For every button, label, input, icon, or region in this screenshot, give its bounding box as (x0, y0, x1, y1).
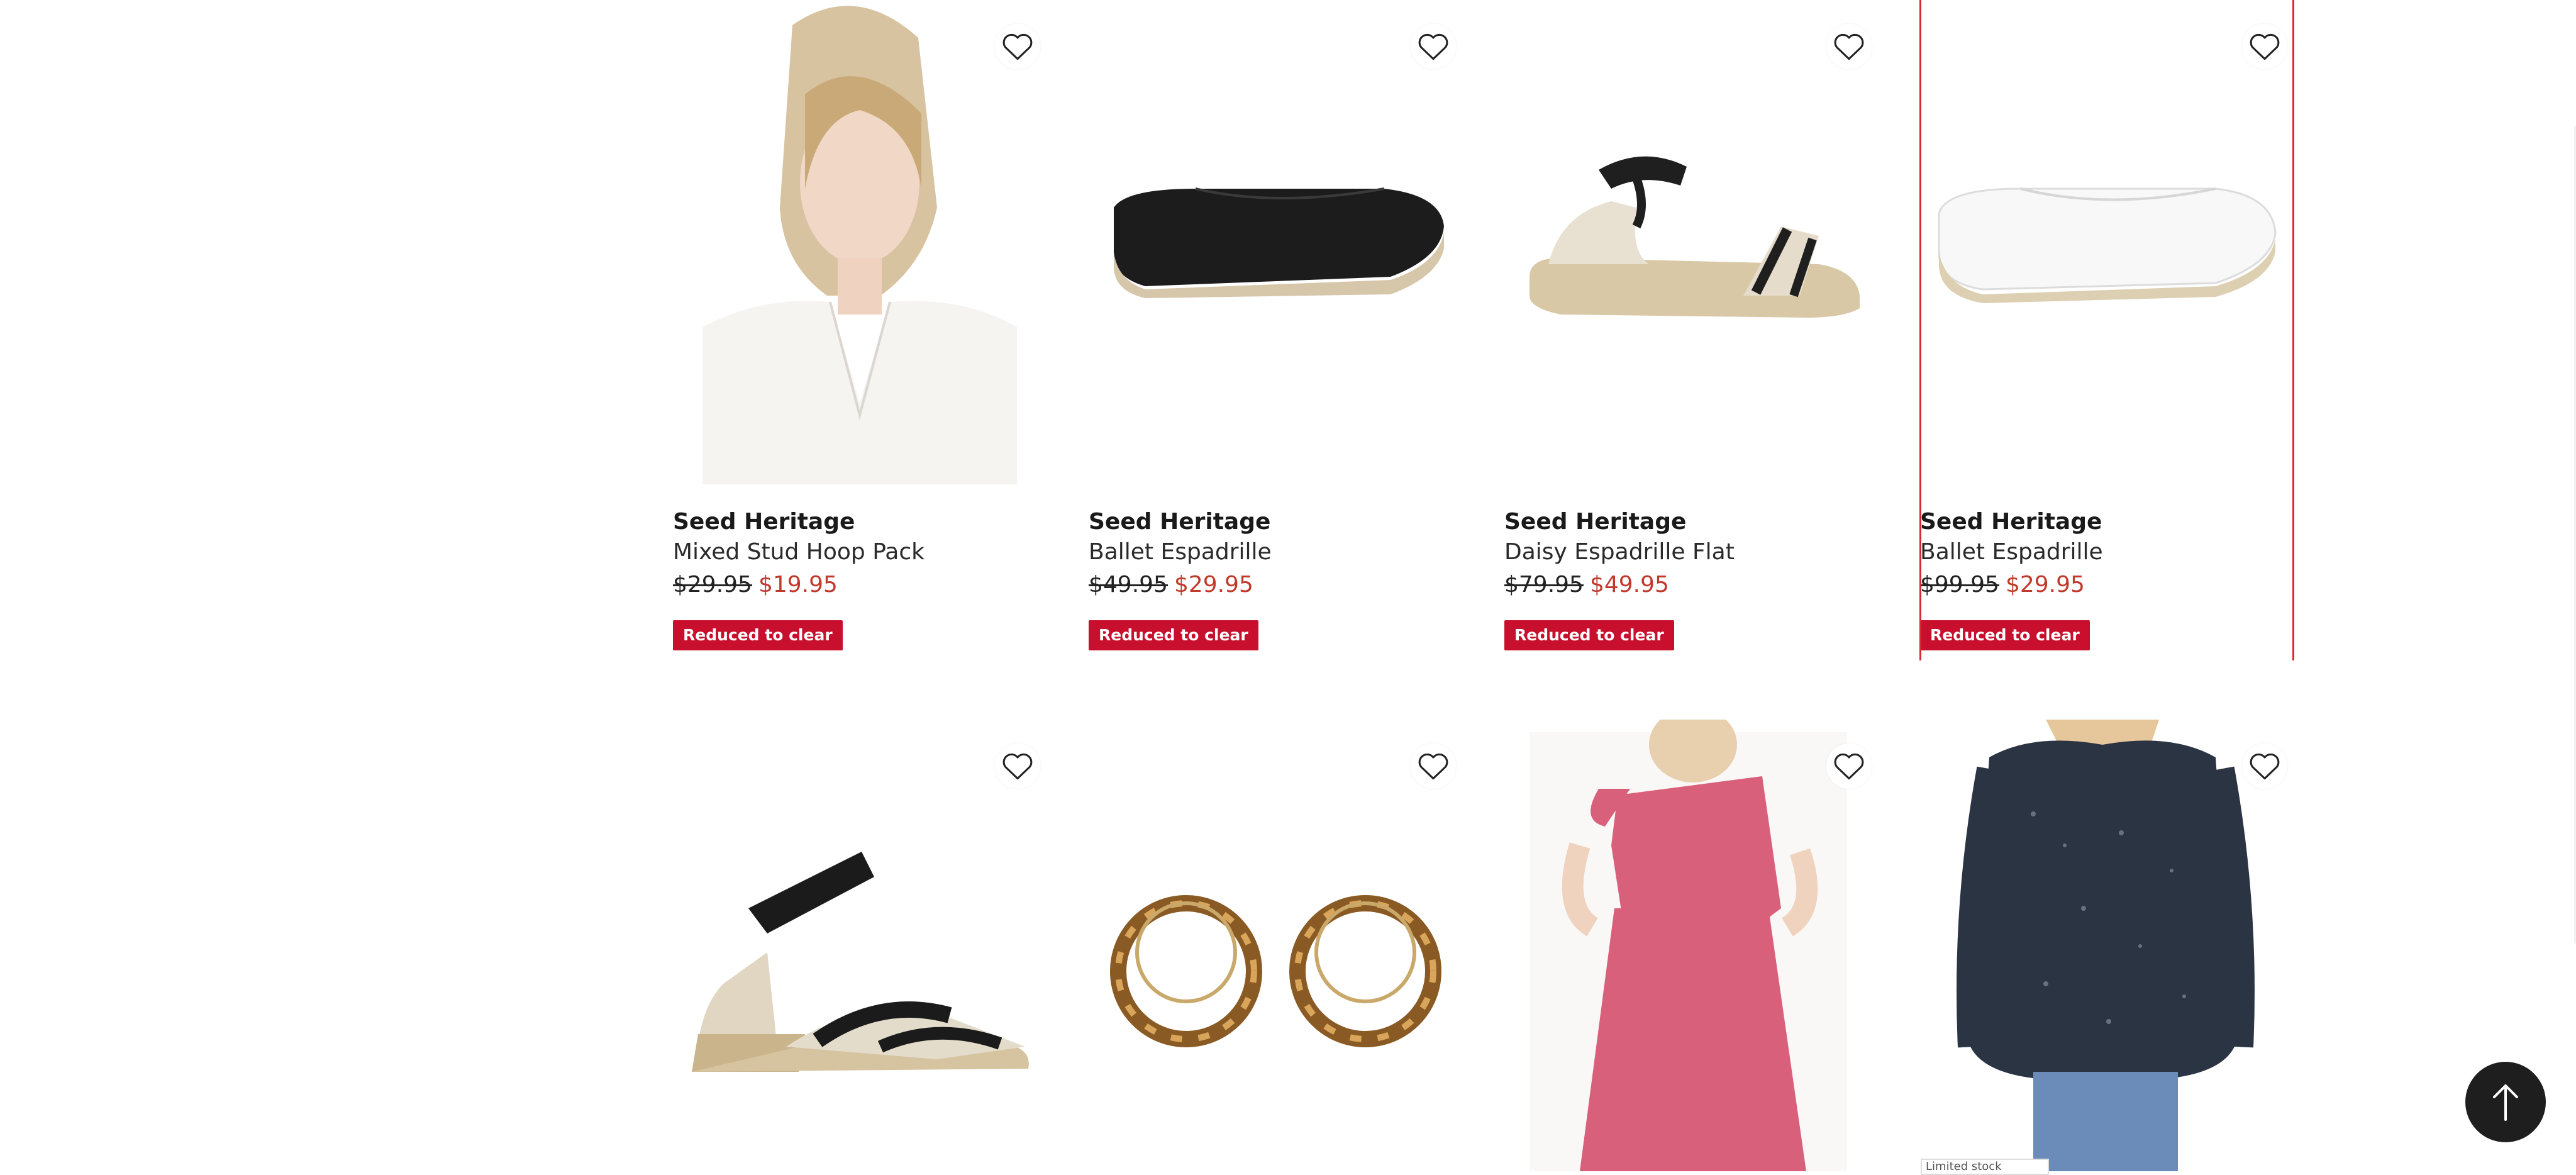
product-prices: $79.95 $49.95 (1504, 571, 1669, 599)
product-image[interactable] (1089, 0, 1457, 484)
heart-outline-icon (1418, 33, 1448, 60)
product-name[interactable]: Mixed Stud Hoop Pack (673, 538, 924, 566)
product-image[interactable] (673, 0, 1041, 484)
wishlist-button[interactable] (1411, 743, 1456, 789)
wishlist-button[interactable] (995, 743, 1040, 789)
original-price: $29.95 (673, 572, 752, 598)
heart-outline-icon (2250, 753, 2280, 780)
product-name[interactable]: Daisy Espadrille Flat (1504, 538, 1735, 566)
wishlist-button[interactable] (1826, 743, 1872, 789)
arrow-up-icon (2493, 1084, 2518, 1121)
heart-outline-icon (1002, 33, 1033, 60)
heart-outline-icon (1834, 33, 1864, 60)
product-brand: Seed Heritage (1504, 509, 1687, 535)
reduced-badge: Reduced to clear (1504, 620, 1674, 650)
reduced-badge: Reduced to clear (673, 620, 843, 650)
heart-outline-icon (1002, 753, 1033, 780)
wishlist-button[interactable] (1826, 24, 1872, 69)
wishlist-button[interactable] (2242, 743, 2287, 789)
product-brand: Seed Heritage (673, 509, 855, 535)
sale-price: $19.95 (758, 572, 838, 598)
original-price: $49.95 (1089, 572, 1168, 598)
reduced-badge: Reduced to clear (1089, 620, 1258, 650)
product-image[interactable] (673, 720, 1041, 1171)
product-image[interactable] (1920, 720, 2288, 1171)
product-image[interactable] (1504, 0, 1872, 484)
product-prices: $49.95 $29.95 (1089, 571, 1253, 599)
back-to-top-button[interactable] (2465, 1062, 2546, 1142)
focused-card-outline (1919, 0, 2294, 660)
heart-outline-icon (1418, 753, 1448, 780)
stock-label: Limited stock (1921, 1159, 2049, 1175)
sale-price: $49.95 (1589, 572, 1669, 598)
sale-price: $29.95 (1174, 572, 1253, 598)
wishlist-button[interactable] (995, 24, 1040, 69)
product-brand: Seed Heritage (1089, 509, 1271, 535)
product-name[interactable]: Ballet Espadrille (1089, 538, 1272, 566)
wishlist-button[interactable] (1411, 24, 1456, 69)
product-image[interactable] (1504, 720, 1872, 1171)
heart-outline-icon (1834, 753, 1864, 780)
original-price: $79.95 (1504, 572, 1584, 598)
product-prices: $29.95 $19.95 (673, 571, 838, 599)
product-image[interactable] (1089, 720, 1457, 1171)
